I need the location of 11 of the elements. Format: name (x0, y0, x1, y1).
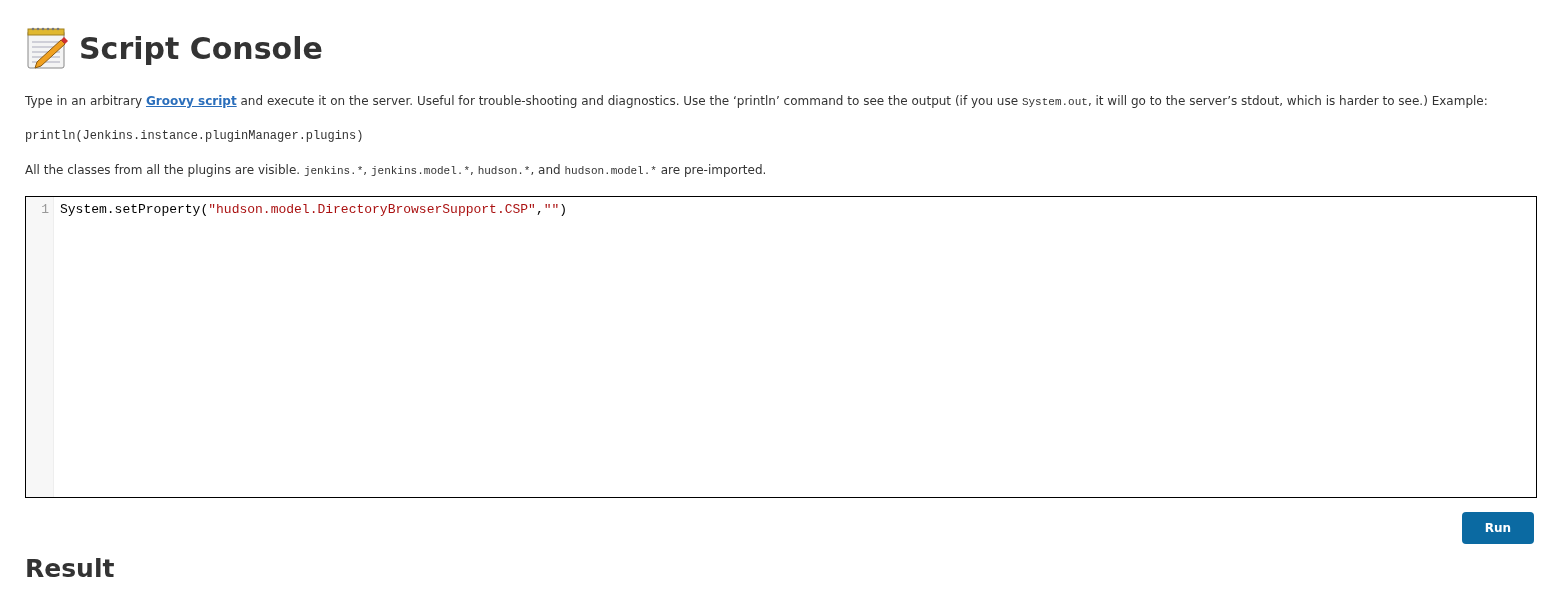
script-editor[interactable]: 1 System.setProperty("hudson.model.DirectoryBrowserSupport.CSP","") (25, 196, 1537, 498)
result-heading: Result (25, 554, 116, 583)
example-code: println(Jenkins.instance.pluginManager.plugins) (25, 128, 365, 145)
line-number: 1 (40, 201, 50, 218)
groovy-link[interactable]: Groovy script (146, 94, 237, 108)
page-title: Script Console (79, 30, 323, 66)
imports-text: All the classes from all the plugins are visible. jenkins.*, jenkins.model.*, hudson.*, and hudson.model.* are pre-imported. (25, 162, 768, 179)
description-text: Type in an arbitrary Groovy script and execute it on the server. Useful for trouble-shooting and diagnostics. Use the ‘println’ command to see the output (if you use System.out, it will go to the server’s stdout, which is harder to see.) Example: (25, 93, 1489, 110)
notepad-pencil-icon (25, 26, 69, 70)
run-button[interactable]: Run (1462, 512, 1534, 544)
code-line: System.setProperty("hudson.model.DirectoryBrowserSupport.CSP","") (60, 201, 568, 218)
